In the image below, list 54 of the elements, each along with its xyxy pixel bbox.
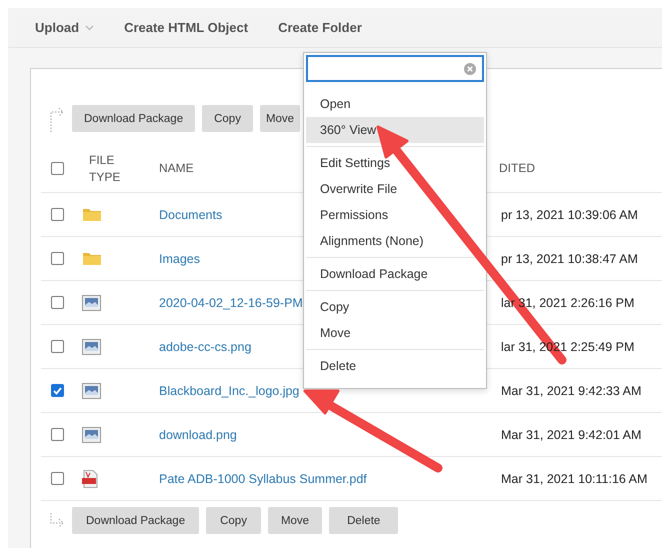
action-button[interactable]: Move (260, 105, 300, 132)
image-file-icon (82, 294, 101, 310)
menu-item[interactable]: Delete (306, 353, 484, 379)
toolbar-button[interactable]: Create Folder (278, 16, 362, 39)
table-cell: Mar 31, 2021 10:11:16 AM (501, 472, 648, 486)
image-file-icon (82, 382, 101, 398)
file-link[interactable]: Documents (159, 208, 222, 222)
checkbox[interactable] (51, 162, 64, 175)
checkbox[interactable] (51, 296, 64, 309)
action-button[interactable]: Delete (329, 507, 398, 534)
column-header: FILE TYPE (88, 152, 122, 186)
menu-item[interactable]: Copy (306, 294, 484, 320)
table-cell: pr 13, 2021 10:38:47 AM (501, 252, 638, 266)
folder-icon (82, 207, 102, 222)
file-link[interactable]: 2020-04-02_12-16-59-PM (159, 296, 303, 310)
checkbox[interactable] (51, 472, 64, 485)
clear-icon[interactable] (464, 62, 476, 74)
file-link[interactable]: adobe-cc-cs.png (159, 340, 252, 354)
menu-item[interactable]: Open (306, 91, 484, 117)
table-cell: Mar 31, 2021 9:42:01 AM (501, 428, 642, 442)
toolbar-button[interactable]: Create HTML Object (124, 16, 248, 39)
image-file-icon (82, 338, 101, 354)
connector-arrow-icon (49, 512, 65, 528)
checkbox[interactable] (51, 208, 64, 221)
image-file-icon (82, 426, 101, 442)
action-button[interactable]: Move (268, 507, 322, 534)
toolbar-button[interactable]: Upload (35, 16, 94, 39)
table-cell: Mar 31, 2021 9:42:33 AM (501, 384, 642, 398)
table-cell: pr 13, 2021 10:39:06 AM (501, 208, 638, 222)
checkbox[interactable] (51, 340, 64, 353)
action-button[interactable]: Copy (206, 507, 261, 534)
menu-item[interactable]: Permissions (306, 202, 484, 228)
menu-item[interactable]: Download Package (306, 261, 484, 287)
file-link[interactable]: Blackboard_Inc._logo.jpg (159, 384, 300, 398)
file-link[interactable]: download.png (159, 428, 237, 442)
folder-icon (82, 251, 102, 266)
menu-item[interactable]: 360° View (306, 117, 484, 143)
action-button[interactable]: Copy (202, 105, 253, 132)
checkbox[interactable] (51, 384, 64, 397)
file-link[interactable]: Pate ADB-1000 Syllabus Summer.pdf (159, 472, 367, 486)
action-button[interactable]: Download Package (72, 507, 200, 534)
pdf-file-icon (82, 470, 99, 488)
column-header: NAME (159, 160, 194, 177)
connector-arrow-icon (49, 106, 65, 132)
menu-item[interactable]: Alignments (None) (306, 228, 484, 254)
search-field[interactable] (306, 55, 484, 82)
menu-item[interactable]: Edit Settings (306, 150, 484, 176)
menu-item[interactable]: Move (306, 320, 484, 346)
file-link[interactable]: Images (159, 252, 200, 266)
action-button[interactable]: Download Package (72, 105, 196, 132)
column-header: DITED (498, 160, 535, 177)
checkbox[interactable] (51, 428, 64, 441)
menu-item[interactable]: Overwrite File (306, 176, 484, 202)
checkbox[interactable] (51, 252, 64, 265)
